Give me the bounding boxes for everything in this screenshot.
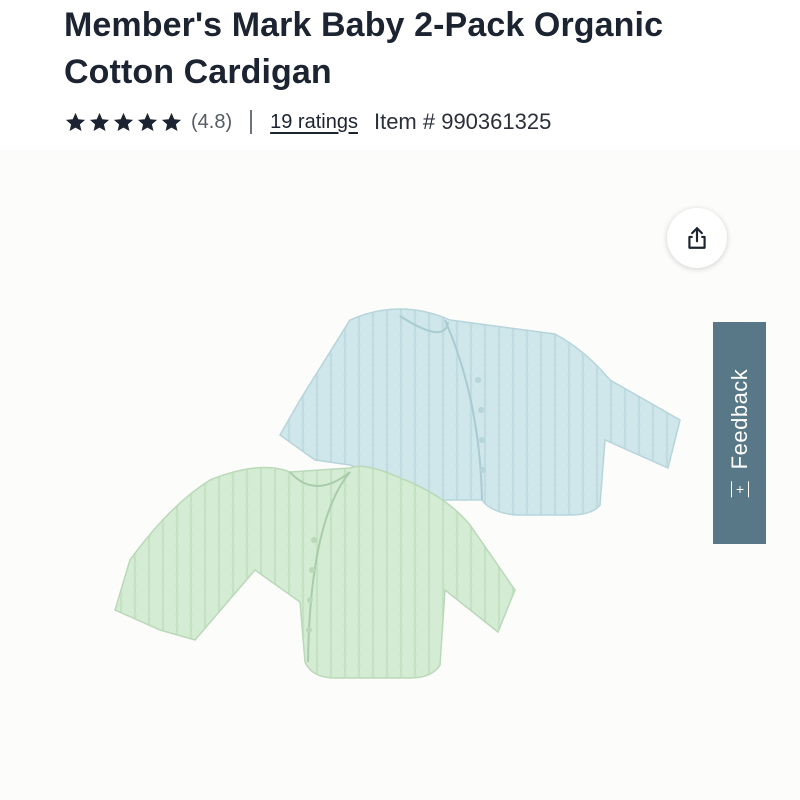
- ratings-link[interactable]: 19 ratings: [270, 111, 358, 134]
- feedback-tab[interactable]: Feedback: [713, 322, 766, 544]
- share-button[interactable]: [667, 208, 727, 268]
- star-icon: [161, 112, 182, 131]
- rating-value: (4.8): [191, 110, 233, 133]
- star-icon: [137, 112, 158, 131]
- product-title: Member's Mark Baby 2-Pack Organic Cotton…: [64, 6, 664, 91]
- share-icon: [688, 227, 706, 249]
- star-rating[interactable]: [64, 111, 183, 134]
- product-meta-row: (4.8) 19 ratings Item # 990361325: [64, 104, 551, 140]
- product-image[interactable]: [100, 290, 700, 690]
- divider: [250, 110, 253, 134]
- item-number: Item # 990361325: [373, 109, 552, 134]
- star-icon: [65, 112, 86, 131]
- feedback-content: Feedback: [727, 369, 753, 498]
- feedback-icon: [730, 481, 749, 498]
- feedback-label: Feedback: [726, 368, 752, 470]
- star-icon: [89, 112, 110, 131]
- star-icon: [113, 112, 134, 131]
